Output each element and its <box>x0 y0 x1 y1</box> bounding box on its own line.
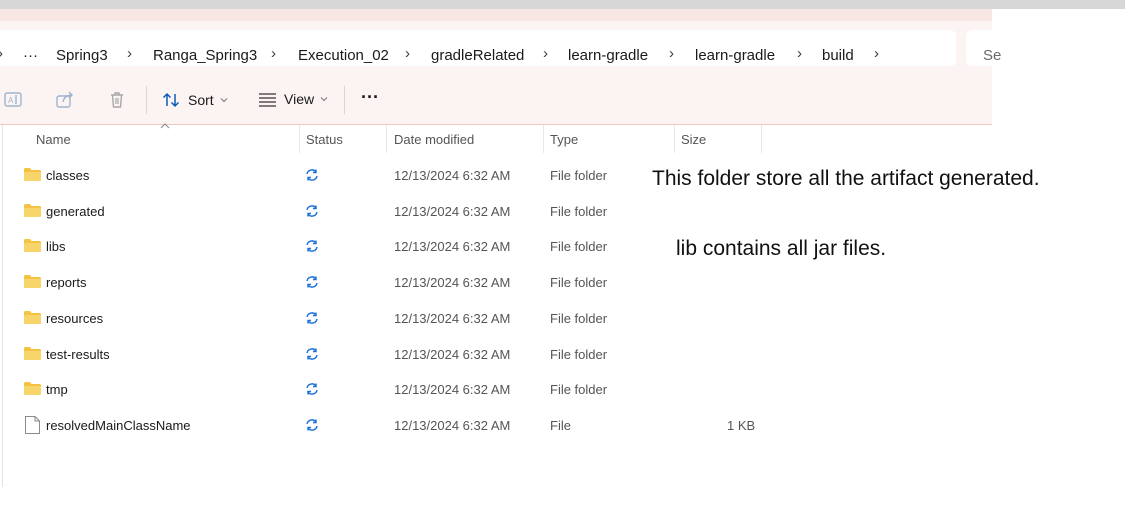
column-divider[interactable] <box>543 125 544 153</box>
sync-icon <box>306 205 318 217</box>
annotation-lib-note: lib contains all jar files. <box>676 237 887 260</box>
folder-icon <box>24 239 41 252</box>
sync-icon <box>306 169 318 181</box>
item-type: File folder <box>550 168 608 183</box>
toolbar-divider <box>344 86 345 114</box>
breadcrumb-item-ranga-spring3[interactable]: Ranga_Spring3 <box>153 47 257 64</box>
item-date-modified: 12/13/2024 6:32 AM <box>394 275 511 290</box>
breadcrumb-separator-icon: › <box>543 45 548 62</box>
folder-icon <box>24 347 41 360</box>
sort-arrows-icon <box>162 92 180 108</box>
breadcrumb-item-execution-02[interactable]: Execution_02 <box>298 47 389 64</box>
list-item[interactable]: tmp 12/13/2024 6:32 AM File folder <box>0 372 992 408</box>
toolbar-divider <box>146 86 147 114</box>
breadcrumb-item-gradlerelated[interactable]: gradleRelated <box>431 47 524 64</box>
window-top-strip <box>0 0 1125 9</box>
item-date-modified: 12/13/2024 6:32 AM <box>394 311 511 326</box>
item-date-modified: 12/13/2024 6:32 AM <box>394 347 511 362</box>
sync-icon <box>306 419 318 431</box>
item-name: tmp <box>46 382 68 397</box>
share-icon[interactable] <box>55 90 75 110</box>
list-item[interactable]: resources 12/13/2024 6:32 AM File folder <box>0 301 992 337</box>
search-input[interactable]: Se <box>983 47 1001 64</box>
sort-label: Sort <box>188 92 214 108</box>
annotation-build-note: This folder store all the artifact gener… <box>652 167 1040 190</box>
search-box[interactable]: Se <box>966 30 1006 66</box>
breadcrumb-separator-icon: › <box>405 45 410 62</box>
view-list-icon <box>259 93 276 107</box>
list-item[interactable]: generated 12/13/2024 6:32 AM File folder <box>0 194 992 230</box>
breadcrumb-separator-icon: › <box>797 45 802 62</box>
column-header-size[interactable]: Size <box>681 132 706 147</box>
sort-ascending-icon <box>160 123 170 129</box>
column-header-name[interactable]: Name <box>36 132 71 147</box>
column-divider[interactable] <box>761 125 762 153</box>
item-date-modified: 12/13/2024 6:32 AM <box>394 418 511 433</box>
column-header-type[interactable]: Type <box>550 132 578 147</box>
rename-icon[interactable]: A <box>3 90 23 110</box>
item-size: 1 KB <box>727 418 756 433</box>
item-date-modified: 12/13/2024 6:32 AM <box>394 204 511 219</box>
folder-icon <box>24 168 41 181</box>
sync-icon <box>306 240 318 252</box>
breadcrumb-more-button[interactable]: ··· <box>23 47 38 64</box>
view-button[interactable]: View <box>258 91 328 107</box>
sync-icon <box>306 348 318 360</box>
item-name: libs <box>46 239 66 254</box>
item-date-modified: 12/13/2024 6:32 AM <box>394 239 511 254</box>
sync-icon <box>306 276 318 288</box>
item-name: classes <box>46 168 90 183</box>
column-divider[interactable] <box>674 125 675 153</box>
item-name: reports <box>46 275 87 290</box>
breadcrumb-separator-icon: › <box>127 45 132 62</box>
svg-text:A: A <box>8 96 14 105</box>
window-accent-band <box>0 9 992 21</box>
sort-button[interactable]: Sort <box>162 91 228 109</box>
item-type: File folder <box>550 204 608 219</box>
folder-icon <box>24 275 41 288</box>
item-type: File folder <box>550 311 608 326</box>
command-bar: A Sort View ··· <box>0 74 992 124</box>
breadcrumb-separator-icon: › <box>271 45 276 62</box>
view-label: View <box>284 91 315 107</box>
item-name: resolvedMainClassName <box>46 418 191 433</box>
delete-icon[interactable] <box>107 90 127 110</box>
column-header-status[interactable]: Status <box>306 132 343 147</box>
column-divider[interactable] <box>299 125 300 153</box>
column-divider[interactable] <box>386 125 387 153</box>
sync-icon <box>306 383 318 395</box>
chevron-down-icon <box>220 98 228 103</box>
item-type: File folder <box>550 347 608 362</box>
chevron-down-icon <box>320 97 328 102</box>
folder-icon <box>24 204 41 217</box>
toolbar-border <box>0 124 992 125</box>
breadcrumb-item-learn-gradle-2[interactable]: learn-gradle <box>695 47 775 64</box>
breadcrumb[interactable]: › ··· Spring3 › Ranga_Spring3 › Executio… <box>0 30 956 66</box>
item-date-modified: 12/13/2024 6:32 AM <box>394 168 511 183</box>
column-header-date-modified[interactable]: Date modified <box>394 132 474 147</box>
item-type: File folder <box>550 275 608 290</box>
file-icon <box>25 416 40 434</box>
breadcrumb-separator-icon: › <box>0 45 3 62</box>
breadcrumb-separator-icon: › <box>874 45 879 62</box>
list-item[interactable]: reports 12/13/2024 6:32 AM File folder <box>0 265 992 301</box>
list-item[interactable]: resolvedMainClassName 12/13/2024 6:32 AM… <box>0 408 992 444</box>
list-item[interactable]: test-results 12/13/2024 6:32 AM File fol… <box>0 337 992 373</box>
breadcrumb-separator-icon: › <box>669 45 674 62</box>
item-name: resources <box>46 311 104 326</box>
folder-icon <box>24 382 41 395</box>
item-type: File folder <box>550 382 608 397</box>
breadcrumb-item-learn-gradle[interactable]: learn-gradle <box>568 47 648 64</box>
item-date-modified: 12/13/2024 6:32 AM <box>394 382 511 397</box>
breadcrumb-item-build[interactable]: build <box>822 47 854 64</box>
item-type: File folder <box>550 239 608 254</box>
item-name: test-results <box>46 347 110 362</box>
breadcrumb-item-spring3[interactable]: Spring3 <box>56 47 108 64</box>
folder-icon <box>24 311 41 324</box>
sync-icon <box>306 312 318 324</box>
more-options-button[interactable]: ··· <box>361 87 379 108</box>
address-bar: › ··· Spring3 › Ranga_Spring3 › Executio… <box>0 21 1006 74</box>
item-name: generated <box>46 204 105 219</box>
item-type: File <box>550 418 571 433</box>
